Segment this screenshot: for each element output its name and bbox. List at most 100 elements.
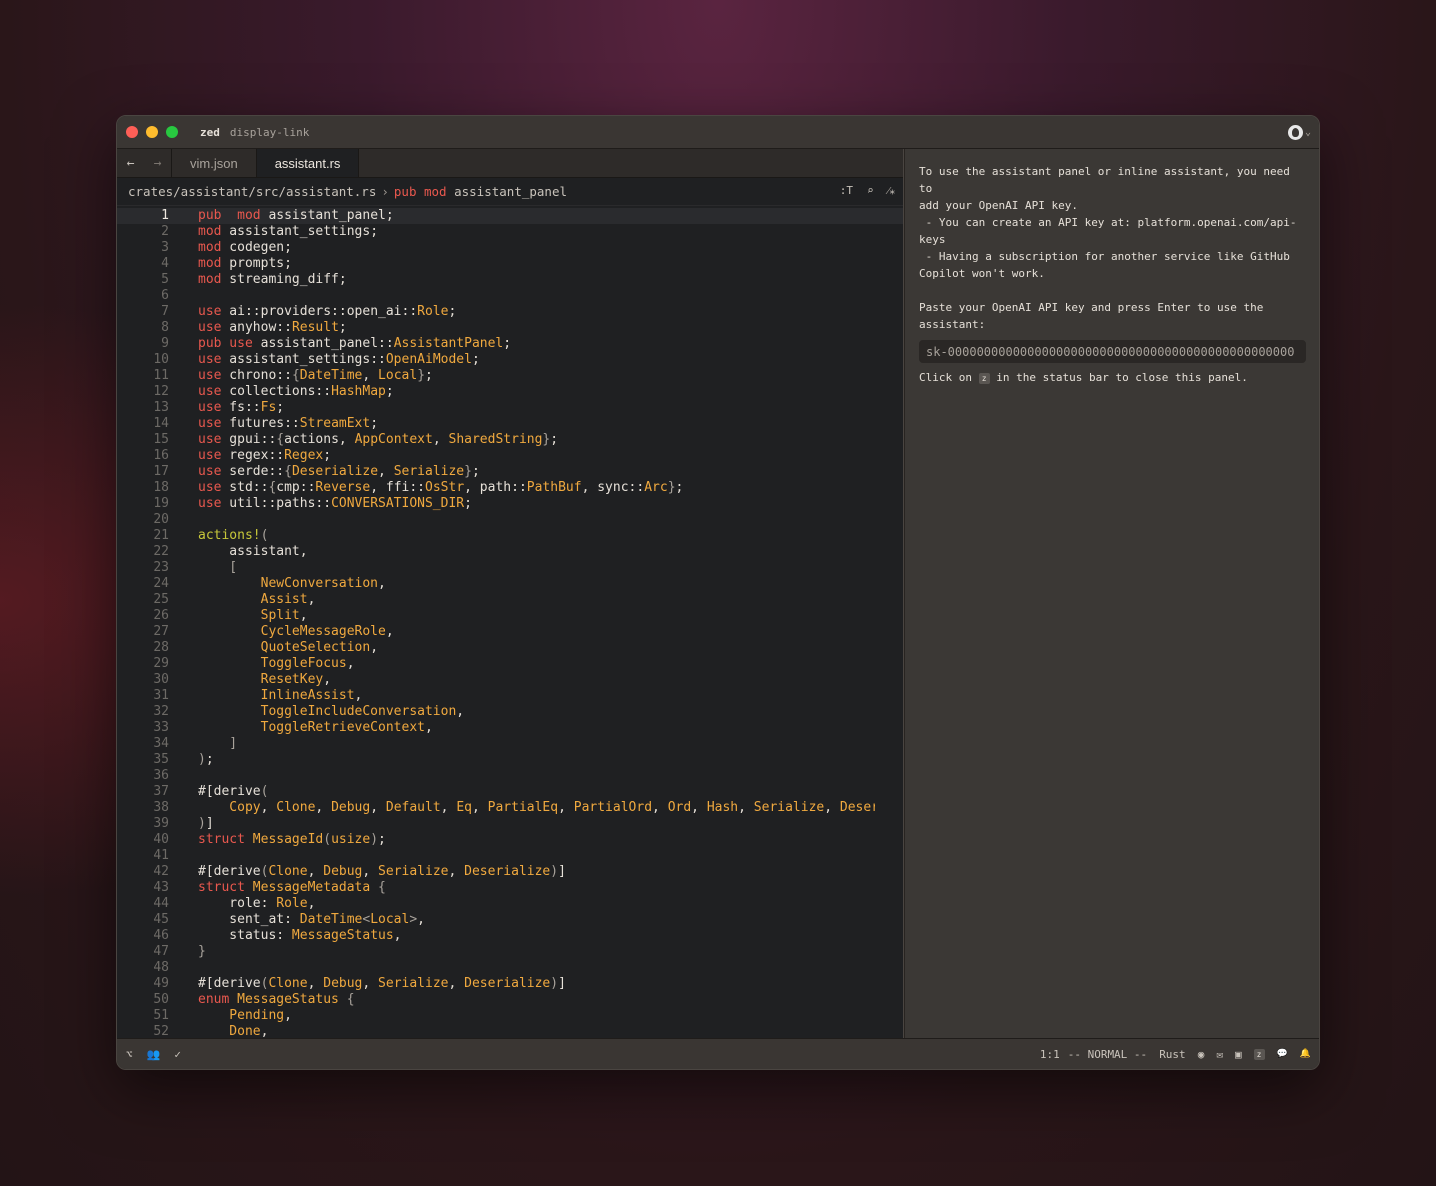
code-line[interactable]: 24 NewConversation, [117, 576, 903, 592]
code-line[interactable]: 4 mod prompts; [117, 256, 903, 272]
line-number[interactable]: 19 [117, 496, 169, 512]
symbol-outline-button[interactable]: :T [840, 184, 853, 197]
code-line[interactable]: 44 role: Role, [117, 896, 903, 912]
code-line[interactable]: 3 mod codegen; [117, 240, 903, 256]
line-number[interactable]: 40 [117, 832, 169, 848]
branch-name[interactable]: display-link [230, 126, 309, 139]
line-number[interactable]: 23 [117, 560, 169, 576]
line-number[interactable]: 34 [117, 736, 169, 752]
code-area[interactable]: 1 pub mod assistant_panel; 2 mod assistant_… [117, 206, 903, 1040]
line-number[interactable]: 2 [117, 224, 169, 240]
language-selector[interactable]: Rust [1159, 1048, 1186, 1061]
code-line[interactable]: 12 use collections::HashMap; [117, 384, 903, 400]
line-number[interactable]: 47 [117, 944, 169, 960]
line-number[interactable]: 29 [117, 656, 169, 672]
code-line[interactable]: 45 sent_at: DateTime<Local>, [117, 912, 903, 928]
code-line[interactable]: 7 use ai::providers::open_ai::Role; [117, 304, 903, 320]
code-line[interactable]: 38 Copy, Clone, Debug, Default, Eq, Part… [117, 800, 903, 816]
code-line[interactable]: 39)] [117, 816, 903, 832]
line-number[interactable]: 16 [117, 448, 169, 464]
line-number[interactable]: 9 [117, 336, 169, 352]
code-line[interactable]: 18 use std::{cmp::Reverse, ffi::OsStr, pa… [117, 480, 903, 496]
user-menu[interactable]: ⌄ [1287, 125, 1311, 140]
line-number[interactable]: 31 [117, 688, 169, 704]
line-number[interactable]: 27 [117, 624, 169, 640]
code-line[interactable]: 30 ResetKey, [117, 672, 903, 688]
code-line[interactable]: 15 use gpui::{actions, AppContext, Shared… [117, 432, 903, 448]
line-number[interactable]: 8 [117, 320, 169, 336]
code-line[interactable]: 26 Split, [117, 608, 903, 624]
code-line[interactable]: 21 actions!( [117, 528, 903, 544]
line-number[interactable]: 3 [117, 240, 169, 256]
code-line[interactable]: 16 use regex::Regex; [117, 448, 903, 464]
line-number[interactable]: 21 [117, 528, 169, 544]
code-line[interactable]: 8 use anyhow::Result; [117, 320, 903, 336]
code-line[interactable]: 2 mod assistant_settings; [117, 224, 903, 240]
collab-icon[interactable]: 👥 [147, 1048, 161, 1061]
code-line[interactable]: 40 struct MessageId(usize); [117, 832, 903, 848]
code-line[interactable]: 1 pub mod assistant_panel; [117, 208, 903, 224]
code-line[interactable]: 31 InlineAssist, [117, 688, 903, 704]
line-number[interactable]: 18 [117, 480, 169, 496]
line-number[interactable]: 5 [117, 272, 169, 288]
code-line[interactable]: 50 enum MessageStatus { [117, 992, 903, 1008]
back-arrow-icon[interactable]: ← [127, 156, 135, 171]
breadcrumb[interactable]: crates/assistant/src/assistant.rs › pub … [117, 178, 903, 206]
code-line[interactable]: 11 use chrono::{DateTime, Local}; [117, 368, 903, 384]
code-line[interactable]: 20 [117, 512, 903, 528]
code-line[interactable]: 22 assistant, [117, 544, 903, 560]
forward-arrow-icon[interactable]: → [154, 156, 162, 171]
tab-assistant-rs[interactable]: assistant.rs [256, 149, 360, 177]
line-number[interactable]: 49 [117, 976, 169, 992]
line-number[interactable]: 43 [117, 880, 169, 896]
assistant-toggle-icon[interactable]: z [1253, 1048, 1265, 1060]
line-number[interactable]: 6 [117, 288, 169, 304]
line-number[interactable]: 38 [117, 800, 169, 816]
code-line[interactable]: 28 QuoteSelection, [117, 640, 903, 656]
diagnostics-icon[interactable]: ✓ [174, 1048, 181, 1061]
line-number[interactable]: 22 [117, 544, 169, 560]
code-line[interactable]: 34 ] [117, 736, 903, 752]
line-number[interactable]: 26 [117, 608, 169, 624]
line-number[interactable]: 41 [117, 848, 169, 864]
code-line[interactable]: 51 Pending, [117, 1008, 903, 1024]
code-line[interactable]: 47} [117, 944, 903, 960]
code-line[interactable]: 43 struct MessageMetadata { [117, 880, 903, 896]
line-number[interactable]: 25 [117, 592, 169, 608]
line-number[interactable]: 44 [117, 896, 169, 912]
tab-vim-json[interactable]: vim.json [172, 149, 257, 177]
line-number[interactable]: 10 [117, 352, 169, 368]
cursor-position[interactable]: 1:1 [1040, 1048, 1060, 1061]
terminal-icon[interactable]: ▣ [1235, 1048, 1242, 1061]
code-line[interactable]: 23 [ [117, 560, 903, 576]
code-line[interactable]: 9 pub use assistant_panel::AssistantPanel… [117, 336, 903, 352]
code-line[interactable]: 32 ToggleIncludeConversation, [117, 704, 903, 720]
line-number[interactable]: 13 [117, 400, 169, 416]
line-number[interactable]: 51 [117, 1008, 169, 1024]
code-line[interactable]: 25 Assist, [117, 592, 903, 608]
line-number[interactable]: 14 [117, 416, 169, 432]
line-number[interactable]: 20 [117, 512, 169, 528]
chat-icon[interactable]: 💬 [1277, 1049, 1288, 1059]
line-number[interactable]: 11 [117, 368, 169, 384]
line-number[interactable]: 37 [117, 784, 169, 800]
code-line[interactable]: 42 #[derive(Clone, Debug, Serialize, Dese… [117, 864, 903, 880]
code-line[interactable]: 17 use serde::{Deserialize, Serialize}; [117, 464, 903, 480]
feedback-icon[interactable]: ✉ [1216, 1048, 1223, 1061]
copilot-icon[interactable]: ◉ [1198, 1048, 1205, 1061]
line-number[interactable]: 17 [117, 464, 169, 480]
search-icon[interactable]: ⌕ [867, 184, 874, 197]
line-number[interactable]: 24 [117, 576, 169, 592]
minimize-window-button[interactable] [146, 126, 158, 138]
line-number[interactable]: 35 [117, 752, 169, 768]
line-number[interactable]: 48 [117, 960, 169, 976]
code-line[interactable]: 46 status: MessageStatus, [117, 928, 903, 944]
project-tree-icon[interactable]: ⌥ [126, 1048, 133, 1061]
line-number[interactable]: 32 [117, 704, 169, 720]
line-number[interactable]: 42 [117, 864, 169, 880]
line-number[interactable]: 4 [117, 256, 169, 272]
code-line[interactable]: 27 CycleMessageRole, [117, 624, 903, 640]
avatar[interactable] [1287, 125, 1303, 140]
line-number[interactable]: 36 [117, 768, 169, 784]
line-number[interactable]: 30 [117, 672, 169, 688]
